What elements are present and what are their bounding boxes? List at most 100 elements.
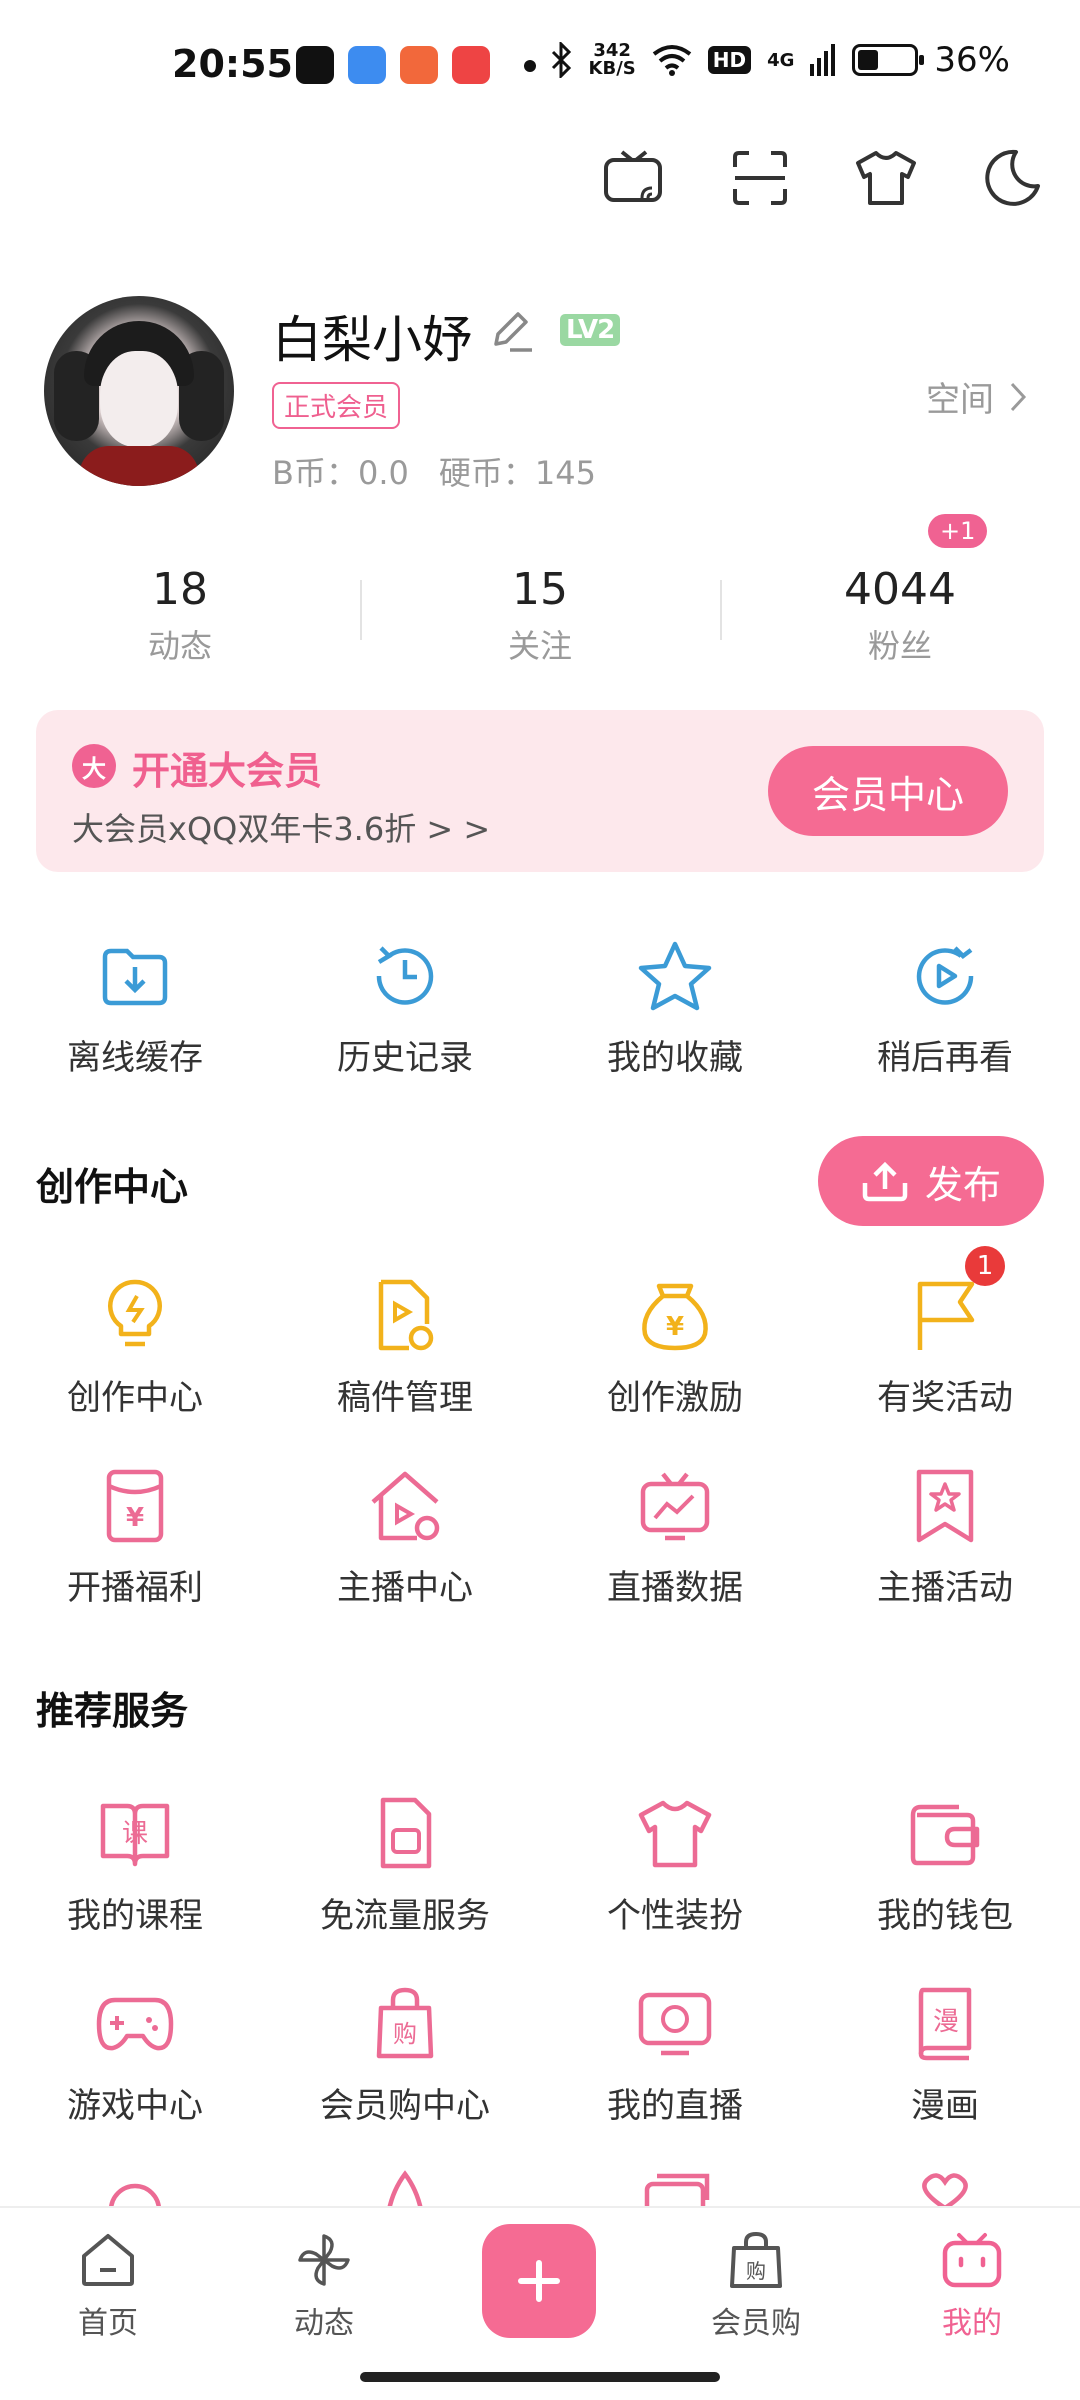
game-center-item[interactable]: 游戏中心 [0,1984,270,2127]
lightbulb-icon [0,1276,270,1356]
night-mode-icon[interactable] [974,140,1050,216]
live-data-icon [540,1466,810,1546]
pinwheel-icon [254,2228,394,2292]
red-envelope-icon: ¥ [0,1466,270,1546]
status-time: 20:55 [172,42,293,86]
free-data-service-item[interactable]: 免流量服务 [270,1794,540,1937]
creation-row-2: ¥ 开播福利 主播中心 直播数据 主播活动 [0,1466,1080,1609]
battery-percent: 36% [934,40,1010,80]
stat-dynamics[interactable]: 18 动态 [0,540,360,680]
browser-app-icon [348,46,386,84]
space-link[interactable]: 空间 [926,372,1028,421]
reward-activity-item[interactable]: 1 有奖活动 [810,1246,1080,1419]
publish-plus-button[interactable] [482,2224,596,2338]
top-action-icons [596,140,1050,216]
history-item[interactable]: 历史记录 [270,936,540,1079]
coin-balances: B币：0.0 硬币：145 [272,448,626,494]
status-indicators: 342 KB/S HD 4G 36% [549,40,1010,80]
nav-vip-shop[interactable]: 购 会员购 [686,2228,826,2342]
vip-badge-icon: 大 [72,744,116,788]
wifi-icon [652,45,691,76]
tv-icon [540,1984,810,2064]
nav-dynamics[interactable]: 动态 [254,2228,394,2342]
money-bag-icon: ¥ [540,1276,810,1356]
course-book-icon: 课 [0,1794,270,1874]
svg-text:¥: ¥ [126,1503,144,1533]
scan-icon[interactable] [722,140,798,216]
vip-center-button[interactable]: 会员中心 [768,746,1008,836]
bluetooth-icon [551,42,571,78]
status-app-icons [296,46,490,84]
creation-row-1: 创作中心 稿件管理 ¥ 创作激励 1 有奖活动 [0,1246,1080,1419]
cast-tv-icon[interactable] [596,140,672,216]
vip-banner[interactable]: 大 开通大会员 大会员xQQ双年卡3.6折 > > 会员中心 [36,710,1044,872]
offline-cache-item[interactable]: 离线缓存 [0,936,270,1079]
comic-book-icon: 漫 [810,1984,1080,2064]
watch-later-item[interactable]: 稍后再看 [810,936,1080,1079]
favorites-item[interactable]: 我的收藏 [540,936,810,1079]
network-type: 4G [767,49,795,71]
personal-outfit-item[interactable]: 个性装扮 [540,1794,810,1937]
vip-promo-text: 大会员xQQ双年卡3.6折 > > [72,810,491,848]
shopping-bag-icon: 购 [686,2228,826,2292]
services-row-2: 游戏中心 购 会员购中心 我的直播 漫 漫画 [0,1984,1080,2127]
home-icon [38,2228,178,2292]
history-icon [270,936,540,1016]
download-folder-icon [0,936,270,1016]
new-fans-badge: +1 [928,514,988,548]
flag-icon [810,1276,1080,1356]
tv-mascot-icon [902,2228,1042,2292]
comic-item[interactable]: 漫 漫画 [810,1984,1080,2127]
manuscript-icon [270,1276,540,1356]
svg-text:课: 课 [122,1819,148,1849]
vip-status-tag[interactable]: 正式会员 [272,382,401,429]
streamer-center-item[interactable]: 主播中心 [270,1466,540,1609]
bcoin-balance: B币：0.0 [272,454,409,492]
stat-fans[interactable]: 4044 粉丝 [720,540,1080,680]
net-speed: 342 KB/S [588,40,636,79]
username: 白梨小妤 [272,311,472,369]
edit-icon[interactable] [486,306,536,360]
creation-center-item[interactable]: 创作中心 [0,1276,270,1419]
wallet-icon [810,1794,1080,1874]
vip-shop-center-item[interactable]: 购 会员购中心 [270,1984,540,2127]
plus-icon [518,2260,560,2302]
status-bar: 20:55 342 KB/S HD 4G 36% [0,0,1080,120]
avatar[interactable] [44,296,234,486]
streamer-activity-item[interactable]: 主播活动 [810,1466,1080,1609]
stat-following[interactable]: 15 关注 [360,540,720,680]
svg-text:¥: ¥ [666,1312,684,1342]
outfit-icon[interactable] [848,140,924,216]
vip-title: 开通大会员 [132,749,323,793]
battery-icon [852,44,925,76]
my-course-item[interactable]: 课 我的课程 [0,1794,270,1937]
nav-home[interactable]: 首页 [38,2228,178,2342]
svg-text:购: 购 [393,2020,417,2048]
live-data-item[interactable]: 直播数据 [540,1466,810,1609]
chevron-right-icon [1010,382,1027,411]
tshirt-icon [540,1794,810,1874]
creation-incentive-item[interactable]: ¥ 创作激励 [540,1276,810,1419]
sim-card-icon [270,1794,540,1874]
space-label: 空间 [926,380,994,420]
bookmark-star-icon [810,1466,1080,1546]
my-wallet-item[interactable]: 我的钱包 [810,1794,1080,1937]
nav-mine[interactable]: 我的 [902,2228,1042,2342]
quick-actions: 离线缓存 历史记录 我的收藏 稍后再看 [0,936,1080,1079]
gamepad-icon [0,1984,270,2064]
shopping-bag-icon: 购 [270,1984,540,2064]
live-welfare-item[interactable]: ¥ 开播福利 [0,1466,270,1609]
video-app-icon [400,46,438,84]
my-live-item[interactable]: 我的直播 [540,1984,810,2127]
level-badge: LV2 [560,314,621,346]
creation-section-title: 创作中心 [36,1165,189,1209]
services-row-1: 课 我的课程 免流量服务 个性装扮 我的钱包 [0,1794,1080,1937]
services-row-3-partial [0,2170,1080,2210]
tiktok-app-icon [296,46,334,84]
svg-text:购: 购 [746,2259,766,2283]
star-icon [540,936,810,1016]
home-indicator[interactable] [360,2372,720,2382]
publish-button[interactable]: 发布 [818,1136,1044,1226]
manuscript-manage-item[interactable]: 稿件管理 [270,1276,540,1419]
search-video-app-icon [452,46,490,84]
